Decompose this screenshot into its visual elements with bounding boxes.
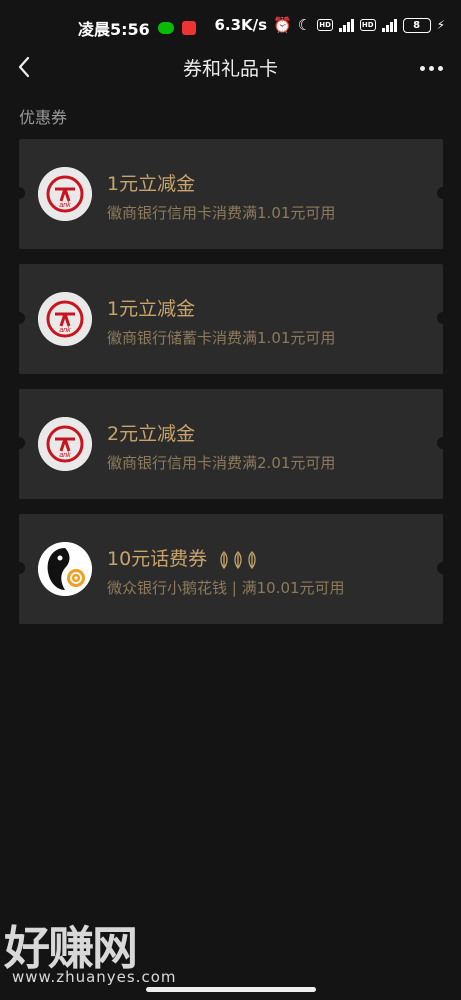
huishang-bank-logo-icon: ank bbox=[38, 417, 92, 471]
svg-text:ank: ank bbox=[59, 202, 71, 209]
coupon-desc: 微众银行小鹅花钱 | 满10.01元可用 bbox=[107, 579, 345, 597]
feather-icon bbox=[234, 550, 242, 569]
page-title: 券和礼品卡 bbox=[182, 58, 278, 80]
hd-badge: HD bbox=[317, 19, 333, 31]
home-indicator[interactable] bbox=[146, 987, 316, 992]
svg-text:ank: ank bbox=[59, 327, 71, 334]
huishang-bank-logo-icon: ank bbox=[38, 292, 92, 346]
coupon-card[interactable]: ank 1元立减金 徽商银行信用卡消费满1.01元可用 bbox=[13, 139, 449, 249]
watermark-url: www.zhuanyes.com bbox=[12, 968, 177, 986]
battery-icon: 8 bbox=[402, 17, 431, 33]
hd-badge-2: HD bbox=[359, 19, 376, 31]
svg-text:ank: ank bbox=[59, 452, 71, 459]
coupon-title: 2元立减金 bbox=[107, 423, 196, 445]
coupon-desc: 徽商银行信用卡消费满1.01元可用 bbox=[107, 204, 336, 222]
section-label-coupons: 优惠券 bbox=[19, 108, 68, 127]
watermark-logo: 好赚网 www.zhuanyes.com bbox=[4, 912, 204, 992]
more-menu-icon[interactable] bbox=[420, 56, 443, 71]
webank-penguin-logo-icon bbox=[38, 542, 92, 596]
coupon-card[interactable]: 10元话费券 微众银行小鹅花钱 | 满10.01元可用 bbox=[13, 514, 449, 624]
status-bar: 凌晨5:56 6.3K/s ⏰ ☾ HD HD 8 ⚡ bbox=[0, 0, 461, 52]
app-notification-icon bbox=[181, 21, 196, 35]
charging-icon: ⚡ bbox=[436, 18, 445, 32]
huishang-bank-logo-icon: ank bbox=[38, 167, 92, 221]
nav-bar: 券和礼品卡 bbox=[0, 52, 461, 84]
alarm-icon: ⏰ bbox=[273, 16, 292, 34]
status-time: 凌晨5:56 bbox=[78, 20, 150, 39]
coupon-title: 1元立减金 bbox=[107, 298, 196, 320]
coupon-title: 1元立减金 bbox=[107, 173, 196, 195]
coupon-desc: 徽商银行储蓄卡消费满1.01元可用 bbox=[107, 329, 336, 347]
signal-icon bbox=[338, 18, 354, 32]
signal-icon-2 bbox=[381, 18, 397, 32]
coupon-title-text: 10元话费券 bbox=[107, 548, 208, 570]
feather-icons bbox=[219, 550, 257, 569]
coupon-title: 10元话费券 bbox=[107, 544, 257, 571]
feather-icon bbox=[248, 550, 256, 569]
feather-icon bbox=[220, 550, 228, 569]
coupon-desc: 徽商银行信用卡消费满2.01元可用 bbox=[107, 454, 336, 472]
wechat-icon bbox=[157, 22, 174, 34]
coupon-card[interactable]: ank 2元立减金 徽商银行信用卡消费满2.01元可用 bbox=[13, 389, 449, 499]
network-speed: 6.3K/s bbox=[214, 16, 268, 34]
coupon-card[interactable]: ank 1元立减金 徽商银行储蓄卡消费满1.01元可用 bbox=[13, 264, 449, 374]
moon-icon: ☾ bbox=[297, 16, 312, 34]
